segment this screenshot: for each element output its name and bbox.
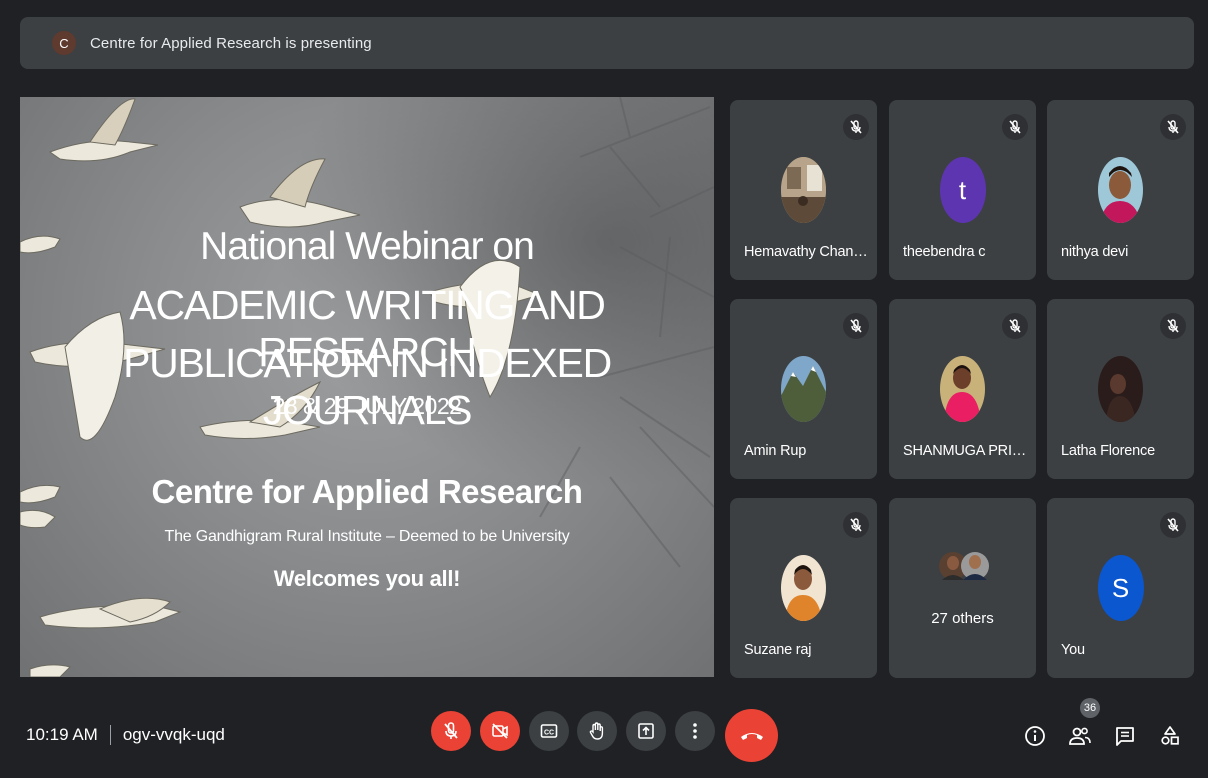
participant-avatar xyxy=(939,356,985,422)
captions-button[interactable]: CC xyxy=(529,711,569,751)
chat-button[interactable] xyxy=(1111,722,1139,750)
activities-icon xyxy=(1161,726,1179,745)
participant-avatar xyxy=(780,356,826,422)
meeting-code: ogv-vvqk-uqd xyxy=(122,725,225,744)
participant-avatar xyxy=(780,555,826,621)
mic-muted-icon xyxy=(843,114,869,140)
others-avatars xyxy=(937,548,991,584)
others-tile[interactable]: 27 others xyxy=(889,498,1036,678)
present-screen-button[interactable] xyxy=(626,711,666,751)
slide-organizer: Centre for Applied Research xyxy=(151,473,583,510)
participant-name: You xyxy=(1061,642,1085,658)
camera-toggle-button[interactable] xyxy=(480,711,520,751)
people-icon xyxy=(1069,727,1091,745)
others-count-label: 27 others xyxy=(931,610,994,627)
mic-toggle-button[interactable] xyxy=(431,711,471,751)
mic-muted-icon xyxy=(1002,114,1028,140)
participant-name: nithya devi xyxy=(1061,244,1129,260)
participant-tile[interactable]: Latha Florence xyxy=(1047,299,1194,479)
more-vert-icon xyxy=(693,723,697,739)
participant-avatar xyxy=(1097,157,1143,223)
participant-avatar xyxy=(780,157,826,223)
captions-icon: CC xyxy=(540,724,558,738)
slide-institute: The Gandhigram Rural Institute – Deemed … xyxy=(164,528,570,545)
participant-tile[interactable]: t theebendra c xyxy=(889,100,1036,280)
slide-title-line-1: National Webinar on xyxy=(200,225,535,268)
participant-name: Suzane raj xyxy=(744,642,812,658)
participant-name: Amin Rup xyxy=(744,443,807,459)
people-button[interactable] xyxy=(1066,722,1094,750)
svg-text:CC: CC xyxy=(544,730,554,737)
participant-tile[interactable]: Amin Rup xyxy=(730,299,877,479)
mic-off-icon xyxy=(444,722,458,739)
info-icon xyxy=(1025,726,1045,746)
hang-up-icon xyxy=(740,732,763,740)
meeting-controls-bar: 10:19 AM ogv-vvqk-uqd CC 36 xyxy=(0,690,1208,778)
camera-off-icon xyxy=(492,723,508,739)
participant-initial-avatar: t xyxy=(939,157,986,223)
participant-avatar xyxy=(1097,356,1143,422)
present-icon xyxy=(638,723,654,739)
presenting-label: Centre for Applied Research is presentin… xyxy=(90,34,372,52)
participant-tile[interactable]: Suzane raj xyxy=(730,498,877,678)
mic-muted-icon xyxy=(1160,313,1186,339)
slide-date: 28 & 29 JULY 2022 xyxy=(272,393,462,419)
participant-name: Hemavathy Chand... xyxy=(744,244,869,260)
presenter-avatar: C xyxy=(52,31,76,55)
activities-button[interactable] xyxy=(1156,722,1184,750)
people-count-badge: 36 xyxy=(1080,698,1100,718)
mic-muted-icon xyxy=(843,313,869,339)
participant-tile[interactable]: SHANMUGA PRIYA xyxy=(889,299,1036,479)
self-tile[interactable]: S You xyxy=(1047,498,1194,678)
chat-icon xyxy=(1116,727,1134,746)
participant-name: SHANMUGA PRIYA xyxy=(903,443,1028,459)
divider xyxy=(109,725,111,745)
raise-hand-button[interactable] xyxy=(577,711,617,751)
meeting-details-button[interactable] xyxy=(1021,722,1049,750)
meeting-info: 10:19 AM ogv-vvqk-uqd xyxy=(26,725,225,745)
self-initial-avatar: S xyxy=(1097,555,1144,621)
mic-muted-icon xyxy=(1160,512,1186,538)
more-options-button[interactable] xyxy=(675,711,715,751)
participant-tile[interactable]: nithya devi xyxy=(1047,100,1194,280)
mic-muted-icon xyxy=(1002,313,1028,339)
leave-call-button[interactable] xyxy=(725,709,778,762)
participant-name: theebendra c xyxy=(903,244,986,260)
mic-muted-icon xyxy=(1160,114,1186,140)
presentation-banner: C Centre for Applied Research is present… xyxy=(20,17,1194,69)
presentation-slide: National Webinar on ACADEMIC WRITING AND… xyxy=(20,97,714,677)
participant-name: Latha Florence xyxy=(1061,443,1155,459)
participant-tile[interactable]: Hemavathy Chand... xyxy=(730,100,877,280)
slide-welcome: Welcomes you all! xyxy=(273,566,461,591)
mic-muted-icon xyxy=(843,512,869,538)
meeting-time: 10:19 AM xyxy=(26,725,98,744)
raise-hand-icon xyxy=(589,722,604,740)
